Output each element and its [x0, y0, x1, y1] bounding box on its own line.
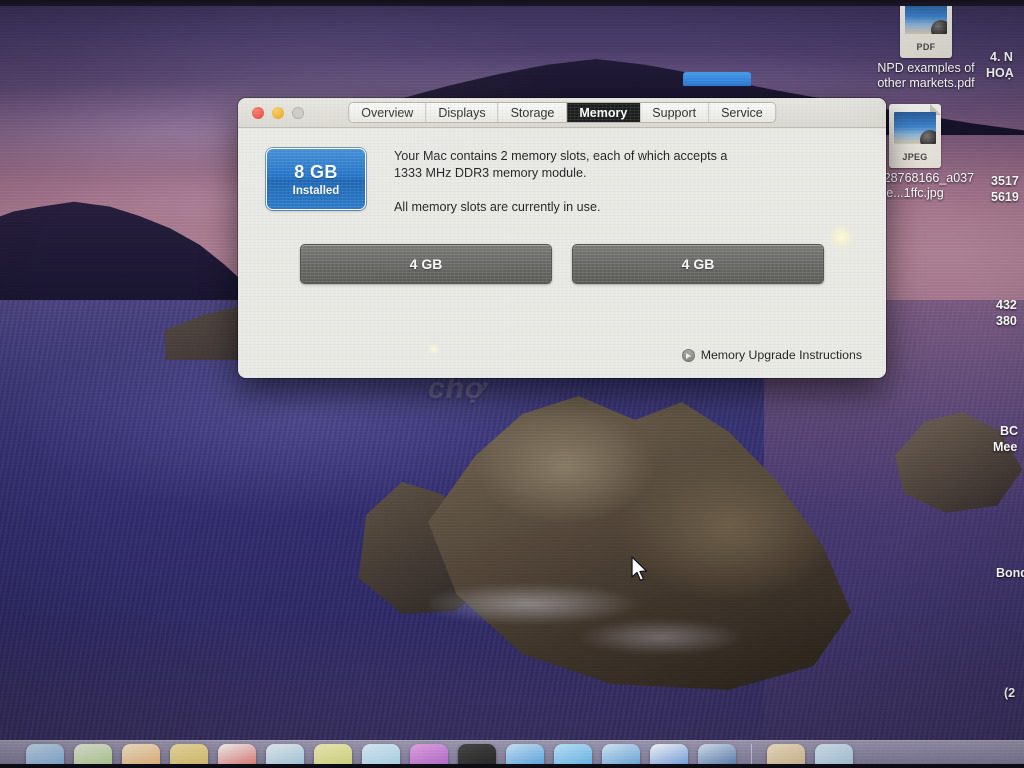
- memory-slot-2[interactable]: 4 GB: [572, 244, 824, 284]
- help-arrow-icon: [681, 348, 695, 362]
- memory-slot-list: 4 GB 4 GB: [260, 244, 864, 284]
- desktop-icon-pdf[interactable]: PDF NPD examples of other markets.pdf: [866, 0, 986, 91]
- desktop-label-clipped[interactable]: 5619: [991, 190, 1019, 205]
- tab-displays[interactable]: Displays: [426, 103, 499, 122]
- desktop-label-clipped[interactable]: Bond: [996, 566, 1024, 581]
- memory-pane: 8 GB Installed Your Mac contains 2 memor…: [238, 128, 886, 378]
- jpeg-file-icon: JPEG: [889, 104, 941, 168]
- memory-size-value: 8 GB: [294, 161, 338, 182]
- memory-state-label: Installed: [292, 184, 340, 197]
- memory-description: Your Mac contains 2 memory slots, each o…: [394, 146, 749, 216]
- traffic-light-group: [252, 106, 304, 119]
- memory-description-line2: All memory slots are currently in use.: [394, 200, 601, 214]
- minimize-button-icon[interactable]: [272, 106, 284, 119]
- tab-support[interactable]: Support: [640, 103, 710, 122]
- zoom-button-icon[interactable]: [292, 106, 304, 119]
- wallpaper-sea-foam: [430, 560, 760, 670]
- window-titlebar[interactable]: Overview Displays Storage Memory Support…: [238, 98, 886, 128]
- desktop-label-clipped[interactable]: 432: [996, 298, 1017, 313]
- tab-memory[interactable]: Memory: [567, 103, 641, 122]
- close-button-icon[interactable]: [252, 106, 264, 119]
- jpeg-thumbnail: [894, 112, 936, 144]
- memory-description-line1: Your Mac contains 2 memory slots, each o…: [394, 149, 728, 180]
- pdf-thumbnail: [905, 2, 947, 34]
- installed-memory-badge: 8 GB Installed: [266, 148, 366, 210]
- desktop-label-clipped[interactable]: 380: [996, 314, 1017, 329]
- mouse-cursor-icon: [631, 556, 648, 582]
- desktop-label-clipped[interactable]: 4. N: [990, 50, 1013, 65]
- tab-service[interactable]: Service: [709, 103, 775, 122]
- tab-storage[interactable]: Storage: [498, 103, 568, 122]
- jpeg-kind-label: JPEG: [902, 152, 928, 162]
- memory-slot-1[interactable]: 4 GB: [300, 244, 552, 284]
- tab-bar: Overview Displays Storage Memory Support…: [348, 102, 776, 123]
- pdf-kind-label: PDF: [916, 42, 936, 52]
- desktop-icon-label: NPD examples of other markets.pdf: [877, 61, 975, 90]
- desktop-label-clipped[interactable]: (2: [1004, 686, 1015, 701]
- memory-summary-row: 8 GB Installed Your Mac contains 2 memor…: [260, 146, 864, 216]
- desktop-label-clipped[interactable]: HOẠ: [986, 66, 1014, 81]
- pdf-file-icon: PDF: [900, 0, 952, 58]
- desktop-screen: PDF NPD examples of other markets.pdf JP…: [0, 0, 1024, 768]
- screen-bottom-bezel: [0, 764, 1024, 768]
- desktop-label-clipped[interactable]: 3517: [991, 174, 1019, 189]
- about-this-mac-window[interactable]: Overview Displays Storage Memory Support…: [238, 98, 886, 378]
- tab-overview[interactable]: Overview: [349, 103, 427, 122]
- memory-upgrade-link-label: Memory Upgrade Instructions: [700, 348, 862, 362]
- finder-selection-strip: [683, 72, 751, 86]
- desktop-label-clipped[interactable]: BC: [1000, 424, 1018, 439]
- desktop-label-clipped[interactable]: Mee: [993, 440, 1017, 455]
- screen-top-bezel: [0, 0, 1024, 6]
- memory-upgrade-link[interactable]: Memory Upgrade Instructions: [681, 348, 862, 362]
